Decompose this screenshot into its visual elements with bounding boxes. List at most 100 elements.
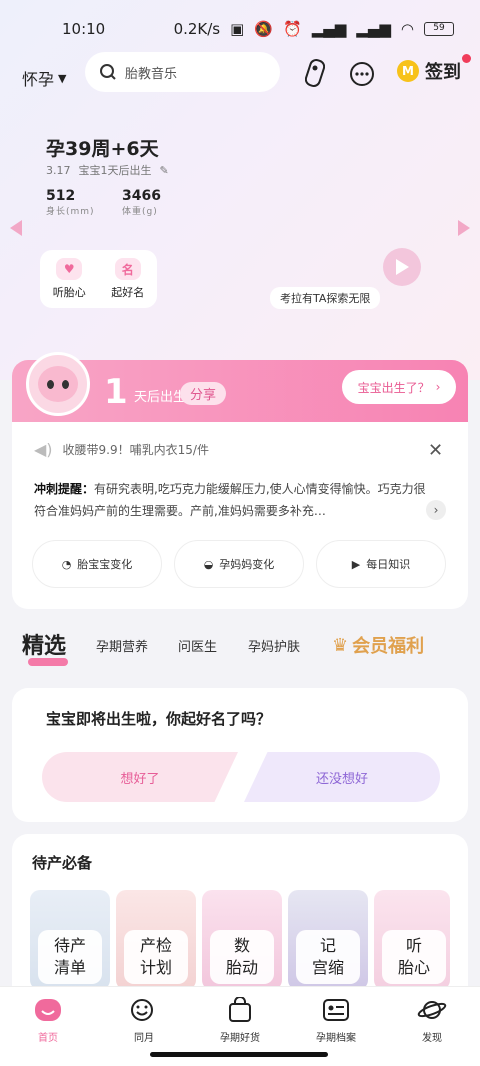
speaker-icon: ◀) bbox=[34, 440, 53, 459]
vip-label: 会员福利 bbox=[352, 636, 425, 657]
home-indicator bbox=[150, 1052, 328, 1057]
search-placeholder: 胎教音乐 bbox=[125, 66, 178, 82]
tile-label-line1: 记 bbox=[319, 936, 336, 955]
tab-vip[interactable]: ♛ 会员福利 bbox=[332, 632, 424, 658]
search-bar[interactable]: 胎教音乐 bbox=[85, 52, 280, 92]
quick-link-daily[interactable]: ▶ 每日知识 bbox=[316, 540, 446, 588]
nav-same-month[interactable]: 同月 bbox=[104, 997, 184, 1044]
notice-bar[interactable]: ◀) 收腰带9.9！哺乳内衣15/件 bbox=[34, 440, 209, 459]
chevron-right-icon: › bbox=[435, 380, 441, 394]
tab-nutrition[interactable]: 孕期营养 bbox=[96, 636, 148, 655]
top-bar: 怀孕 ▼ 胎教音乐 M 签到 bbox=[0, 52, 480, 96]
network-speed: 0.2K/s bbox=[173, 20, 221, 38]
essential-tile[interactable]: 记宫缩 bbox=[288, 890, 368, 990]
tab-skincare[interactable]: 孕妈护肤 bbox=[248, 636, 300, 655]
tile-label-line2: 胎动 bbox=[225, 958, 258, 977]
nav-records[interactable]: 孕期档案 bbox=[296, 997, 376, 1044]
quick-link-label: 孕妈妈变化 bbox=[219, 558, 275, 571]
tile-label-line1: 数 bbox=[233, 936, 250, 955]
tip-text[interactable]: 冲刺提醒：有研究表明,吃巧克力能缓解压力,使人心情变得愉快。巧克力很符合准妈妈产… bbox=[34, 478, 434, 522]
essential-tile[interactable]: 听胎心 bbox=[374, 890, 450, 990]
essential-tile[interactable]: 产检 计划 bbox=[116, 890, 196, 990]
tile-label: 听胎心 bbox=[382, 930, 446, 984]
nav-discover[interactable]: 发现 bbox=[392, 997, 472, 1044]
tab-featured[interactable]: 精选 bbox=[22, 628, 66, 660]
status-icons: 0.2K/s ▣ 🔕 ⏰ ▂▄▆ ▂▄▆ ◠ 59 bbox=[174, 20, 454, 38]
tool-heartbeat[interactable]: ♥ 听胎心 bbox=[40, 250, 99, 308]
edit-icon[interactable]: ✎ bbox=[160, 164, 169, 177]
pregnancy-week: 孕39周+6天 bbox=[46, 138, 159, 160]
birth-card: 1 天后出生 分享 宝宝出生了？ › ◀) 收腰带9.9！哺乳内衣15/件 ✕ … bbox=[12, 352, 468, 609]
tool-naming[interactable]: 名 起好名 bbox=[99, 250, 158, 308]
video-caption: 考拉有TA探索无限 bbox=[270, 287, 381, 309]
tile-label-line2: 计划 bbox=[139, 958, 172, 977]
tool-label: 起好名 bbox=[111, 286, 145, 299]
coin-icon: M bbox=[397, 60, 419, 82]
home-icon bbox=[35, 999, 61, 1021]
nav-label: 首页 bbox=[38, 1033, 58, 1044]
heart-monitor-icon: ♥ bbox=[56, 258, 83, 280]
tile-label: 数胎动 bbox=[210, 930, 274, 984]
answer-yes-button[interactable]: 想好了 bbox=[42, 752, 238, 802]
stage-label: 怀孕 bbox=[22, 70, 55, 89]
caret-down-icon: ▼ bbox=[58, 71, 67, 85]
search-icon bbox=[100, 64, 116, 80]
tip-label: 冲刺提醒： bbox=[34, 482, 95, 496]
nav-label: 孕期好货 bbox=[220, 1033, 260, 1044]
essential-tile[interactable]: 数胎动 bbox=[202, 890, 282, 990]
tile-label: 待产 清单 bbox=[38, 930, 102, 984]
mom-icon: ◒ bbox=[203, 557, 214, 571]
nav-shop[interactable]: 孕期好货 bbox=[200, 997, 280, 1044]
tip-more-icon[interactable]: › bbox=[426, 500, 446, 520]
nav-label: 同月 bbox=[134, 1033, 154, 1044]
mute-icon: 🔕 bbox=[254, 20, 273, 38]
shopping-bag-icon bbox=[229, 997, 251, 1022]
wifi-icon: ◠ bbox=[400, 20, 414, 38]
answer-no-button[interactable]: 还没想好 bbox=[244, 752, 440, 802]
remote-icon[interactable] bbox=[302, 58, 328, 88]
height-label: 身长(mm) bbox=[46, 207, 95, 217]
quick-link-baby[interactable]: ◔ 胎宝宝变化 bbox=[32, 540, 162, 588]
play-circle-icon: ▶ bbox=[351, 557, 361, 571]
essential-tile[interactable]: 待产 清单 bbox=[30, 890, 110, 990]
tile-label-line2: 清单 bbox=[53, 958, 86, 977]
weight-value: 3466 bbox=[122, 188, 161, 204]
close-icon[interactable]: ✕ bbox=[428, 440, 443, 461]
baby-born-button[interactable]: 宝宝出生了？ › bbox=[342, 370, 456, 404]
play-icon bbox=[396, 259, 409, 275]
prev-arrow-icon[interactable] bbox=[10, 220, 22, 236]
message-icon[interactable] bbox=[348, 60, 376, 88]
quick-link-mom[interactable]: ◒ 孕妈妈变化 bbox=[174, 540, 304, 588]
birth-note: 宝宝1天后出生 bbox=[78, 164, 152, 177]
essentials-title: 待产必备 bbox=[32, 854, 93, 872]
tile-label-line1: 听 bbox=[405, 936, 422, 955]
planet-icon bbox=[417, 1001, 447, 1019]
stage-selector[interactable]: 怀孕 ▼ bbox=[22, 66, 66, 90]
birth-days-text: 天后出生 bbox=[134, 390, 187, 405]
birth-info[interactable]: 3.17 宝宝1天后出生 ✎ bbox=[46, 162, 169, 178]
nfc-icon: ▣ bbox=[230, 20, 245, 38]
play-video-button[interactable] bbox=[383, 248, 421, 286]
next-arrow-icon[interactable] bbox=[458, 220, 470, 236]
status-time: 10:10 bbox=[62, 20, 106, 38]
tab-doctor[interactable]: 问医生 bbox=[178, 636, 217, 655]
height-value: 512 bbox=[46, 188, 76, 204]
nav-home[interactable]: 首页 bbox=[8, 997, 88, 1044]
quick-link-label: 胎宝宝变化 bbox=[77, 558, 133, 571]
weight-stat: 3466 体重(g) bbox=[122, 188, 161, 217]
nav-label: 孕期档案 bbox=[316, 1033, 356, 1044]
signal-icon-2: ▂▄▆ bbox=[356, 20, 391, 38]
share-button[interactable]: 分享 bbox=[180, 382, 227, 405]
tile-label: 记宫缩 bbox=[296, 930, 360, 984]
community-icon bbox=[131, 999, 153, 1021]
quick-link-label: 每日知识 bbox=[366, 558, 411, 571]
signin-button[interactable]: M 签到 bbox=[397, 54, 471, 84]
battery-icon: 59 bbox=[424, 22, 454, 36]
nav-label: 发现 bbox=[422, 1033, 442, 1044]
alarm-icon: ⏰ bbox=[283, 20, 302, 38]
baby-born-label: 宝宝出生了？ bbox=[357, 380, 430, 395]
height-stat: 512 身长(mm) bbox=[46, 188, 95, 217]
tool-label: 听胎心 bbox=[52, 286, 86, 299]
signal-icon: ▂▄▆ bbox=[311, 20, 347, 38]
birth-date: 3.17 bbox=[46, 163, 71, 177]
